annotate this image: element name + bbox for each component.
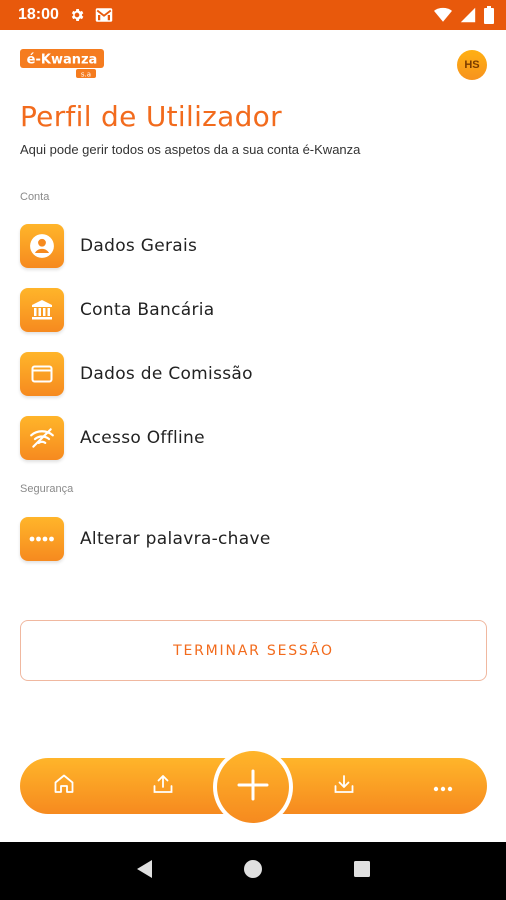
upload-button[interactable] — [135, 758, 191, 814]
menu-item-dados-gerais[interactable]: Dados Gerais — [20, 222, 486, 270]
e-kwanza-logo: é-Kwanza s.a — [20, 49, 104, 79]
download-button[interactable] — [316, 758, 372, 814]
avatar[interactable]: HS — [457, 50, 487, 80]
square-recents-icon — [353, 860, 371, 882]
fab-inner — [217, 751, 289, 823]
section-label-security: Segurança — [20, 483, 74, 495]
menu-label: Acesso Offline — [80, 428, 205, 448]
page-subtitle: Aqui pode gerir todos os aspetos da a su… — [20, 142, 361, 157]
status-time: 18:00 — [18, 6, 59, 23]
logo-subtext: s.a — [81, 71, 91, 79]
wifi-off-icon — [20, 416, 64, 460]
section-label-account: Conta — [20, 191, 50, 203]
more-button[interactable] — [415, 758, 471, 814]
bank-icon — [20, 288, 64, 332]
recents-button[interactable] — [342, 851, 382, 891]
back-button[interactable] — [124, 851, 164, 891]
menu-label: Dados Gerais — [80, 236, 198, 256]
more-icon — [433, 777, 453, 796]
status-bar-left: 18:00 — [18, 6, 113, 24]
menu-label: Alterar palavra-chave — [80, 529, 271, 549]
menu-item-conta-bancaria[interactable]: Conta Bancária — [20, 286, 486, 334]
download-icon — [332, 772, 356, 800]
home-button[interactable] — [36, 758, 92, 814]
add-button[interactable] — [213, 747, 293, 827]
password-icon — [20, 517, 64, 561]
back-icon — [134, 858, 154, 884]
menu-item-acesso-offline[interactable]: Acesso Offline — [20, 414, 486, 462]
gmail-icon — [95, 7, 113, 23]
menu-item-dados-comissao[interactable]: Dados de Comissão — [20, 350, 486, 398]
menu-label: Dados de Comissão — [80, 364, 253, 384]
status-bar-right — [434, 6, 494, 24]
gear-icon — [69, 7, 85, 23]
home-system-button[interactable] — [233, 851, 273, 891]
home-icon — [52, 772, 76, 800]
plus-icon — [236, 768, 270, 806]
circle-home-icon — [243, 859, 263, 883]
menu-item-alterar-palavra-chave[interactable]: Alterar palavra-chave — [20, 515, 486, 563]
signal-icon — [460, 7, 476, 23]
page-title: Perfil de Utilizador — [20, 100, 282, 133]
wifi-icon — [434, 7, 452, 23]
menu-label: Conta Bancária — [80, 300, 215, 320]
status-bar: 18:00 — [0, 0, 506, 30]
user-circle-icon — [20, 224, 64, 268]
wallet-icon — [20, 352, 64, 396]
battery-icon — [484, 6, 494, 24]
logout-button[interactable]: TERMINAR SESSÃO — [20, 620, 487, 681]
upload-icon — [151, 772, 175, 800]
system-nav-bar — [0, 842, 506, 900]
logo-text: é-Kwanza — [27, 53, 98, 68]
